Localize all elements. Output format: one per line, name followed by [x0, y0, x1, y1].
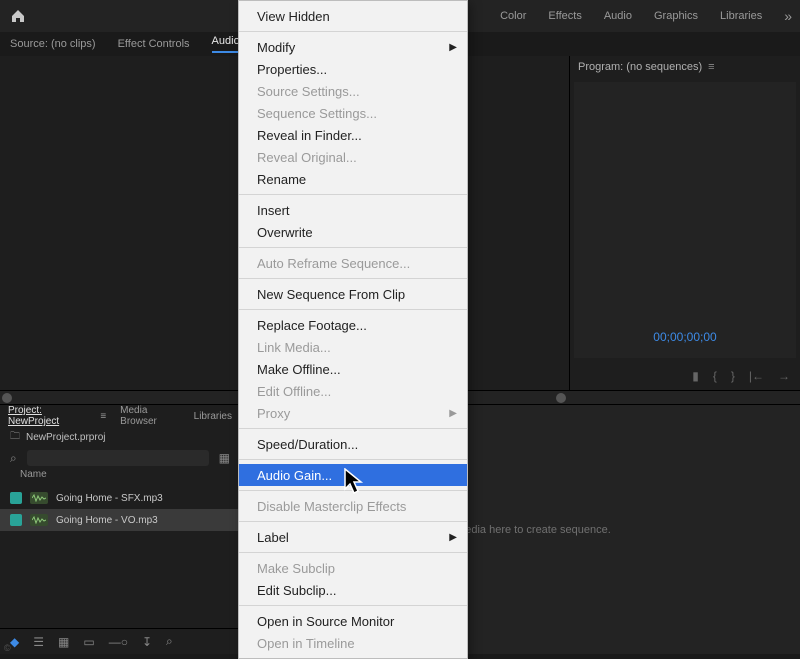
- menu-item-edit-subclip[interactable]: Edit Subclip...: [239, 579, 467, 601]
- filter-icon[interactable]: ◆: [10, 635, 19, 649]
- new-bin-icon[interactable]: ▦: [219, 451, 230, 465]
- audio-clip-icon: [30, 492, 48, 504]
- menu-item-edit-offline: Edit Offline...: [239, 380, 467, 402]
- program-timecode: 00;00;00;00: [653, 330, 716, 344]
- menu-item-reveal-in-finder[interactable]: Reveal in Finder...: [239, 124, 467, 146]
- search-icon: ⌕: [10, 451, 17, 466]
- menu-item-open-in-source-monitor[interactable]: Open in Source Monitor: [239, 610, 467, 632]
- menu-item-link-media: Link Media...: [239, 336, 467, 358]
- workspace-tab-graphics[interactable]: Graphics: [654, 10, 698, 22]
- workspace-tab-effects[interactable]: Effects: [548, 10, 581, 22]
- menu-separator: [239, 31, 467, 32]
- clip-name: Going Home - VO.mp3: [56, 515, 158, 526]
- bracket-open-icon[interactable]: {: [713, 369, 717, 383]
- marker-icon[interactable]: ▮: [692, 369, 699, 383]
- menu-separator: [239, 459, 467, 460]
- panel-menu-icon[interactable]: ≡: [100, 411, 106, 422]
- program-footer: ▮ { } |← →: [570, 362, 800, 390]
- menu-item-modify[interactable]: Modify▶: [239, 36, 467, 58]
- clip-label-chip: [10, 492, 22, 504]
- zoom-slider[interactable]: —○: [109, 635, 128, 649]
- automate-icon[interactable]: ↧: [142, 635, 152, 649]
- freeform-view-icon[interactable]: ▭: [83, 635, 94, 649]
- clip-row[interactable]: Going Home - SFX.mp3: [0, 487, 240, 509]
- menu-item-open-in-timeline: Open in Timeline: [239, 632, 467, 654]
- workspace-tab-libraries[interactable]: Libraries: [720, 10, 762, 22]
- menu-separator: [239, 309, 467, 310]
- workspace-tabs: Color Effects Audio Graphics Libraries »: [500, 0, 792, 32]
- menu-item-replace-footage[interactable]: Replace Footage...: [239, 314, 467, 336]
- project-panel: Project: NewProject ≡ Media Browser Libr…: [0, 405, 240, 654]
- workspace-tab-color[interactable]: Color: [500, 10, 526, 22]
- tab-effect-controls[interactable]: Effect Controls: [118, 38, 190, 50]
- tab-libraries[interactable]: Libraries: [194, 411, 232, 422]
- column-header-name[interactable]: Name: [0, 469, 240, 487]
- clip-row[interactable]: Going Home - VO.mp3: [0, 509, 240, 531]
- scroll-handle-left[interactable]: [2, 393, 12, 403]
- program-monitor: Program: (no sequences) ≡ 00;00;00;00 ▮ …: [570, 56, 800, 390]
- tab-media-browser[interactable]: Media Browser: [120, 405, 179, 427]
- submenu-arrow-icon: ▶: [449, 408, 457, 419]
- clip-name: Going Home - SFX.mp3: [56, 493, 163, 504]
- menu-separator: [239, 278, 467, 279]
- tab-source[interactable]: Source: (no clips): [10, 38, 96, 50]
- menu-separator: [239, 194, 467, 195]
- tab-project[interactable]: Project: NewProject: [8, 405, 86, 427]
- menu-item-sequence-settings: Sequence Settings...: [239, 102, 467, 124]
- menu-item-view-hidden[interactable]: View Hidden: [239, 5, 467, 27]
- menu-item-source-settings: Source Settings...: [239, 80, 467, 102]
- menu-separator: [239, 521, 467, 522]
- scroll-handle-right[interactable]: [556, 393, 566, 403]
- menu-item-audio-gain[interactable]: Audio Gain...: [239, 464, 467, 486]
- menu-separator: [239, 605, 467, 606]
- submenu-arrow-icon: ▶: [449, 532, 457, 543]
- find-icon[interactable]: ⌕: [166, 634, 173, 649]
- menu-item-overwrite[interactable]: Overwrite: [239, 221, 467, 243]
- menu-item-proxy: Proxy▶: [239, 402, 467, 424]
- project-search-input[interactable]: [27, 450, 209, 466]
- icon-view-icon[interactable]: ▦: [58, 635, 69, 649]
- menu-separator: [239, 247, 467, 248]
- bracket-close-icon[interactable]: }: [731, 369, 735, 383]
- menu-item-make-subclip: Make Subclip: [239, 557, 467, 579]
- menu-item-disable-masterclip-effects: Disable Masterclip Effects: [239, 495, 467, 517]
- folder-up-icon[interactable]: 🗀: [10, 429, 20, 446]
- credits-icon: ©: [4, 643, 11, 653]
- menu-item-properties[interactable]: Properties...: [239, 58, 467, 80]
- clip-label-chip: [10, 514, 22, 526]
- menu-item-insert[interactable]: Insert: [239, 199, 467, 221]
- step-back-icon[interactable]: |←: [749, 369, 764, 383]
- submenu-arrow-icon: ▶: [449, 42, 457, 53]
- workspace-overflow-icon[interactable]: »: [784, 8, 792, 24]
- menu-item-rename[interactable]: Rename: [239, 168, 467, 190]
- list-view-icon[interactable]: ☰: [33, 635, 44, 649]
- menu-item-label[interactable]: Label▶: [239, 526, 467, 548]
- step-fwd-icon[interactable]: →: [778, 369, 790, 383]
- audio-clip-icon: [30, 514, 48, 526]
- menu-separator: [239, 490, 467, 491]
- menu-item-make-offline[interactable]: Make Offline...: [239, 358, 467, 380]
- program-body: 00;00;00;00: [574, 82, 796, 358]
- workspace-tab-audio[interactable]: Audio: [604, 10, 632, 22]
- menu-item-new-sequence-from-clip[interactable]: New Sequence From Clip: [239, 283, 467, 305]
- menu-separator: [239, 552, 467, 553]
- program-title: Program: (no sequences): [578, 61, 702, 73]
- menu-item-auto-reframe-sequence: Auto Reframe Sequence...: [239, 252, 467, 274]
- menu-separator: [239, 428, 467, 429]
- clip-context-menu: View Hidden Modify▶Properties...Source Se…: [238, 0, 468, 659]
- panel-menu-icon[interactable]: ≡: [708, 61, 714, 73]
- menu-item-reveal-original: Reveal Original...: [239, 146, 467, 168]
- home-icon[interactable]: [10, 8, 26, 24]
- menu-item-speed-duration[interactable]: Speed/Duration...: [239, 433, 467, 455]
- project-filename: NewProject.prproj: [26, 432, 105, 443]
